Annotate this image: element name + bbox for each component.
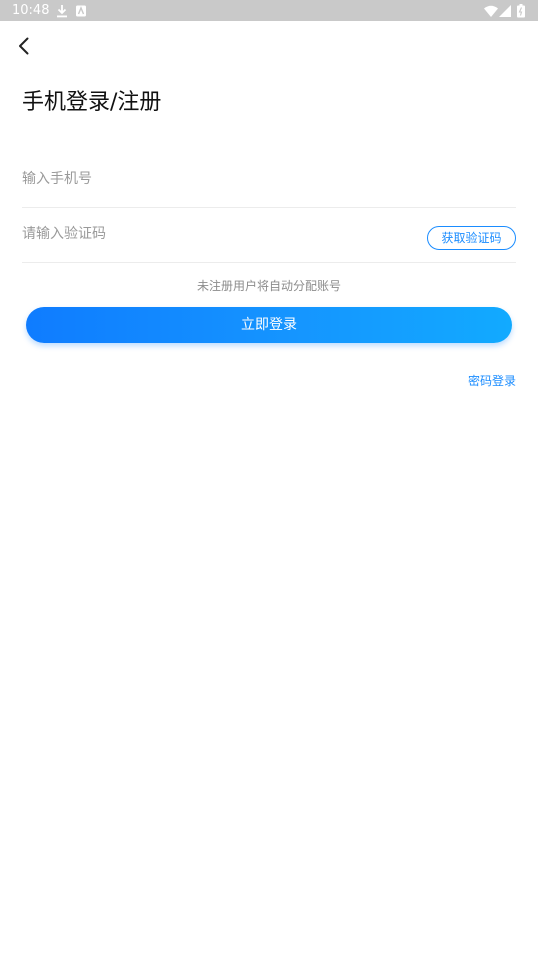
status-time: 10:48 <box>12 3 50 18</box>
page-title: 手机登录/注册 <box>22 90 162 115</box>
chevron-left-icon <box>19 37 29 55</box>
status-bar: 10:48 <box>0 0 538 21</box>
battery-icon <box>517 3 525 22</box>
download-icon <box>56 3 68 22</box>
password-login-link[interactable]: 密码登录 <box>468 372 516 389</box>
auto-register-hint: 未注册用户将自动分配账号 <box>196 279 341 293</box>
get-code-button[interactable]: 获取验证码 <box>427 226 516 250</box>
signal-icon <box>499 3 511 22</box>
phone-input[interactable] <box>22 165 402 193</box>
code-input[interactable] <box>22 220 402 248</box>
code-field: 获取验证码 <box>22 208 516 263</box>
app-notification-icon <box>75 3 87 22</box>
back-button[interactable] <box>12 34 36 58</box>
wifi-icon <box>484 3 498 22</box>
phone-field <box>22 153 516 208</box>
login-button[interactable]: 立即登录 <box>26 307 512 343</box>
